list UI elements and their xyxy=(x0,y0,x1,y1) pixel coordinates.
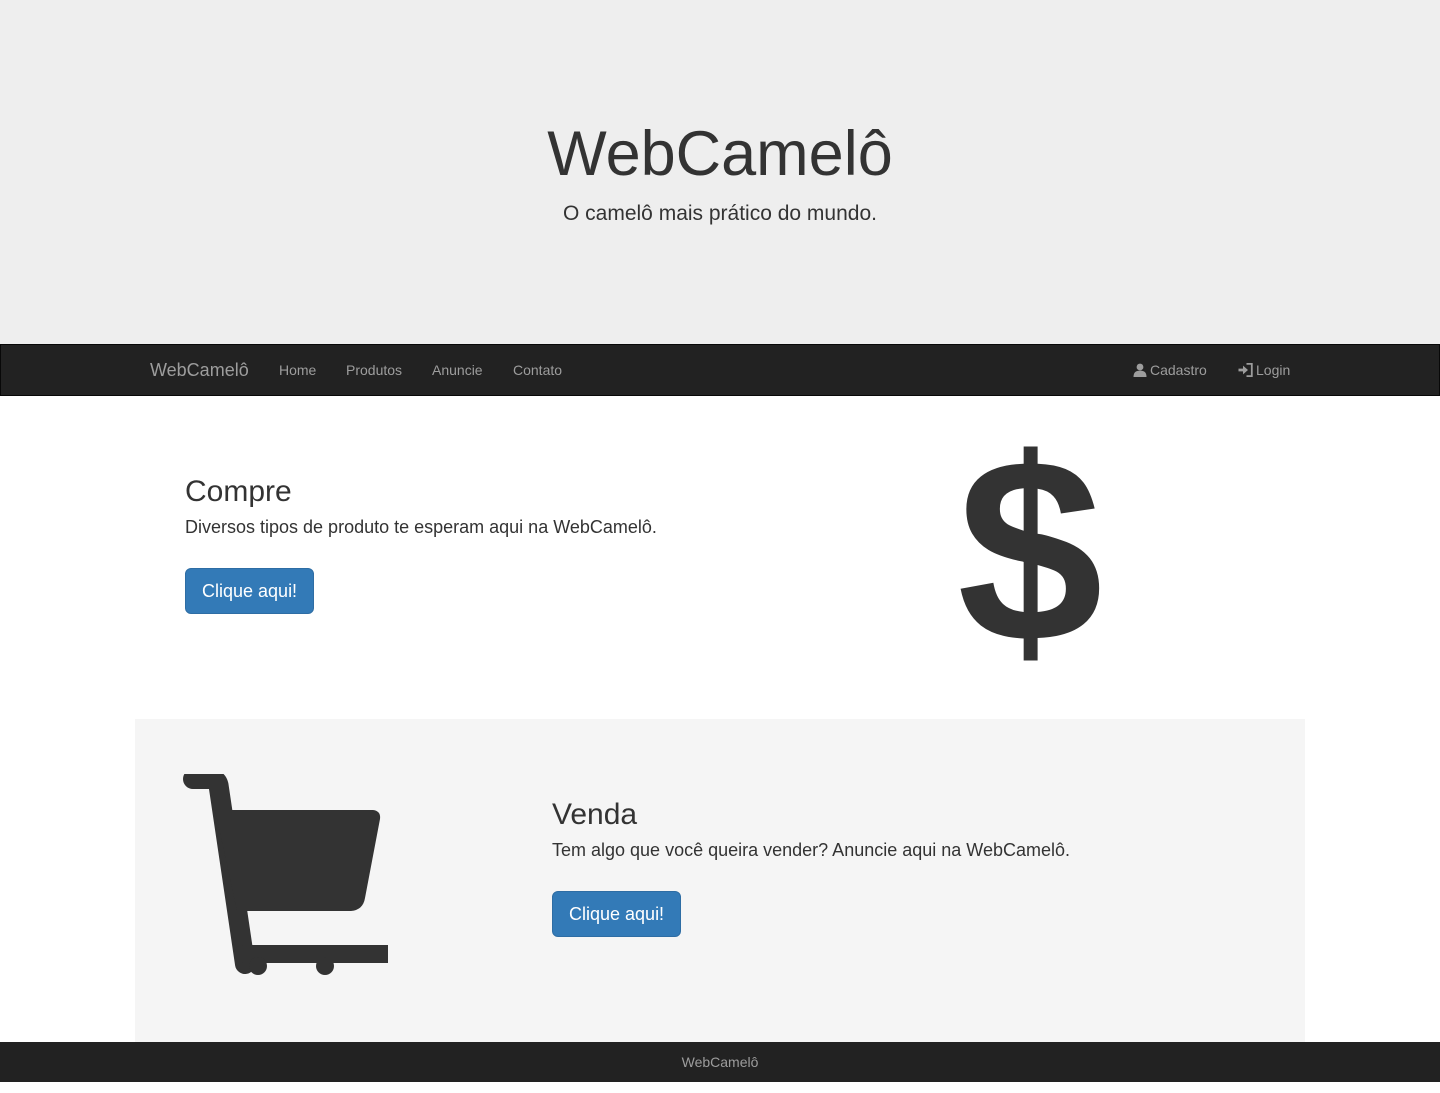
site-title: WebCamelô xyxy=(547,119,893,189)
nav-login-label: Login xyxy=(1256,362,1291,378)
compre-button[interactable]: Clique aqui! xyxy=(185,568,315,614)
dollar-icon: $ xyxy=(957,404,1103,697)
footer: WebCamelô xyxy=(0,1042,1440,1082)
compre-section: Compre Diversos tipos de produto te espe… xyxy=(135,396,1305,719)
venda-section: Venda Tem algo que você queira vender? A… xyxy=(135,719,1305,1042)
shopping-cart-icon xyxy=(183,774,388,975)
site-tagline: O camelô mais prático do mundo. xyxy=(563,202,877,225)
jumbotron: WebCamelô O camelô mais prático do mundo… xyxy=(0,0,1440,344)
user-icon xyxy=(1133,363,1147,377)
compre-description: Diversos tipos de produto te esperam aqu… xyxy=(185,517,657,537)
navbar: WebCamelô Home Produtos Anuncie Contato … xyxy=(0,344,1440,396)
nav-cadastro[interactable]: Cadastro xyxy=(1133,345,1207,395)
nav-login[interactable]: Login xyxy=(1238,345,1290,395)
nav-anuncie[interactable]: Anuncie xyxy=(432,345,483,395)
venda-title: Venda xyxy=(552,798,638,831)
compre-title: Compre xyxy=(185,475,292,508)
nav-cadastro-label: Cadastro xyxy=(1150,362,1207,378)
navbar-brand[interactable]: WebCamelô xyxy=(150,345,249,395)
venda-description: Tem algo que você queira vender? Anuncie… xyxy=(552,840,1071,860)
venda-button[interactable]: Clique aqui! xyxy=(552,891,682,937)
footer-text: WebCamelô xyxy=(681,1054,759,1070)
log-in-icon xyxy=(1238,363,1253,377)
nav-contato[interactable]: Contato xyxy=(513,345,562,395)
nav-home[interactable]: Home xyxy=(279,345,316,395)
nav-produtos[interactable]: Produtos xyxy=(346,345,402,395)
